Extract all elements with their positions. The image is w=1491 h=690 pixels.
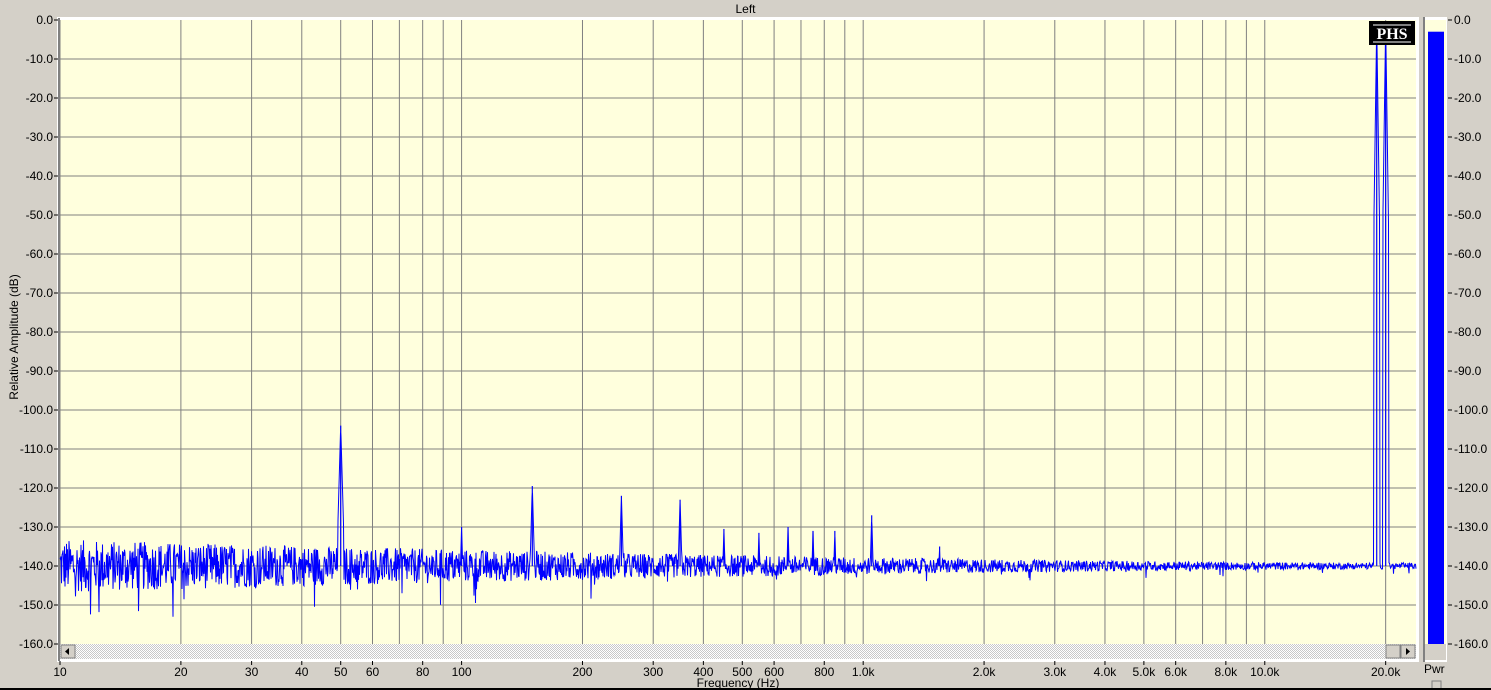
x-tick-label: 10 bbox=[53, 665, 67, 679]
y-tick-label: 0.0 bbox=[36, 13, 53, 27]
x-tick-label: 400 bbox=[693, 665, 713, 679]
power-tick-label: -160.0 bbox=[1454, 637, 1488, 651]
x-tick-label: 40 bbox=[295, 665, 309, 679]
power-tick-label: -130.0 bbox=[1454, 520, 1488, 534]
power-tick-label: -30.0 bbox=[1454, 130, 1482, 144]
power-tick-label: -70.0 bbox=[1454, 286, 1482, 300]
x-tick-label: 200 bbox=[572, 665, 592, 679]
x-tick-label: 8.0k bbox=[1215, 665, 1239, 679]
power-tick-label: -110.0 bbox=[1454, 442, 1487, 456]
spectrum-chart: PHS 0.0-10.0-20.0-30.0-40.0-50.0-60.0-70… bbox=[19, 13, 1488, 689]
power-tick-label: -120.0 bbox=[1454, 481, 1488, 495]
y-tick-label: -60.0 bbox=[26, 247, 54, 261]
y-tick-label: -80.0 bbox=[26, 325, 54, 339]
power-tick-label: -90.0 bbox=[1454, 364, 1482, 378]
svg-text:PHS: PHS bbox=[1376, 26, 1407, 43]
scroll-left-button[interactable] bbox=[60, 644, 76, 659]
y-tick-label: -150.0 bbox=[19, 598, 53, 612]
power-tick-label: -10.0 bbox=[1454, 52, 1482, 66]
y-tick-label: -120.0 bbox=[19, 481, 53, 495]
y-tick-label: -160.0 bbox=[19, 637, 53, 651]
x-tick-label: 100 bbox=[452, 665, 472, 679]
phs-logo: PHS bbox=[1369, 21, 1415, 45]
x-tick-label: 30 bbox=[245, 665, 259, 679]
y-tick-label: -50.0 bbox=[26, 208, 54, 222]
y-tick-label: -100.0 bbox=[19, 403, 53, 417]
power-tick-label: -150.0 bbox=[1454, 598, 1488, 612]
y-tick-label: -70.0 bbox=[26, 286, 54, 300]
x-tick-label: 5.0k bbox=[1133, 665, 1157, 679]
y-tick-label: -140.0 bbox=[19, 559, 53, 573]
x-tick-label: 80 bbox=[416, 665, 430, 679]
resize-grip-button[interactable] bbox=[1431, 680, 1442, 689]
power-meter-bar bbox=[1428, 31, 1444, 644]
x-tick-label: 4.0k bbox=[1094, 665, 1118, 679]
x-tick-label: 60 bbox=[366, 665, 380, 679]
scroll-right-button[interactable] bbox=[1400, 644, 1416, 659]
x-tick-label: 10.0k bbox=[1250, 665, 1280, 679]
y-tick-label: -10.0 bbox=[26, 52, 54, 66]
y-tick-label: -110.0 bbox=[20, 442, 53, 456]
y-tick-label: -20.0 bbox=[26, 91, 54, 105]
power-tick-label: -80.0 bbox=[1454, 325, 1482, 339]
power-tick-label: -60.0 bbox=[1454, 247, 1482, 261]
spectrum-analyzer-window: Left Relative Amplitude (dB) Frequency (… bbox=[0, 0, 1491, 690]
x-tick-label: 500 bbox=[732, 665, 752, 679]
power-tick-label: 0.0 bbox=[1454, 13, 1471, 27]
power-tick-label: -140.0 bbox=[1454, 559, 1488, 573]
power-tick-label: -20.0 bbox=[1454, 91, 1482, 105]
x-tick-label: 1.0k bbox=[852, 665, 876, 679]
power-tick-label: -100.0 bbox=[1454, 403, 1488, 417]
x-tick-label: 20.0k bbox=[1371, 665, 1401, 679]
power-meter bbox=[1423, 17, 1447, 662]
x-tick-label: 20 bbox=[174, 665, 188, 679]
x-tick-label: 800 bbox=[814, 665, 834, 679]
x-tick-label: 2.0k bbox=[973, 665, 997, 679]
power-tick-label: -50.0 bbox=[1454, 208, 1482, 222]
y-tick-label: -30.0 bbox=[26, 130, 54, 144]
x-tick-label: 3.0k bbox=[1043, 665, 1067, 679]
y-tick-label: -130.0 bbox=[19, 520, 53, 534]
horizontal-scrollbar[interactable] bbox=[60, 644, 1416, 659]
power-tick-label: -40.0 bbox=[1454, 169, 1482, 183]
y-tick-label: -90.0 bbox=[26, 364, 54, 378]
x-tick-label: 600 bbox=[764, 665, 784, 679]
x-tick-label: 300 bbox=[643, 665, 663, 679]
x-tick-label: 6.0k bbox=[1164, 665, 1188, 679]
x-tick-label: 50 bbox=[334, 665, 348, 679]
scroll-thumb[interactable] bbox=[1385, 644, 1401, 659]
y-tick-label: -40.0 bbox=[26, 169, 54, 183]
